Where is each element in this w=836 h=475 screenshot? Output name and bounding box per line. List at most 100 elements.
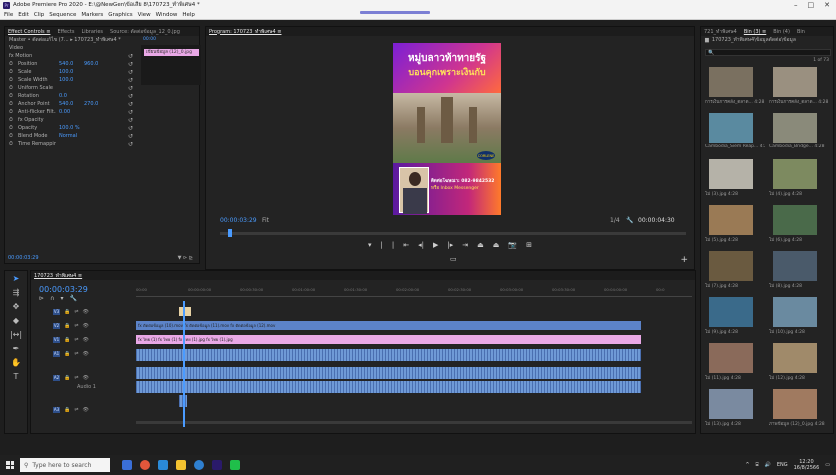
tab-program[interactable]: Program: 170723_ทำพิเศษ4 ≡: [209, 28, 282, 36]
network-icon[interactable]: ⌸: [756, 462, 759, 468]
menu-window[interactable]: Window: [156, 12, 178, 18]
effect-param-row[interactable]: ⏱ fx Opacity ↺: [5, 116, 199, 124]
track-header[interactable]: A1 🔒 ⇌ 👁: [31, 349, 135, 359]
close-icon[interactable]: ✕: [824, 1, 830, 9]
extract-icon[interactable]: ⏏: [493, 241, 500, 249]
notification-icon[interactable]: ▭: [825, 462, 830, 468]
project-item-thumbnail[interactable]: Cambodia_Bridge... 4:28: [769, 113, 825, 157]
param-value[interactable]: 0.0: [59, 93, 81, 99]
sync-icon[interactable]: ⇌: [74, 407, 78, 413]
sync-icon[interactable]: ⇌: [74, 309, 78, 315]
reset-icon[interactable]: ↺: [128, 93, 199, 100]
task-view-icon[interactable]: [122, 460, 132, 470]
premiere-taskbar-icon[interactable]: [212, 460, 222, 470]
v3-clip[interactable]: [179, 307, 191, 316]
reset-icon[interactable]: ↺: [128, 101, 199, 108]
quality-dropdown[interactable]: 1/4: [610, 217, 620, 224]
v1-clip-track[interactable]: fx ไทย (1) fx ไทย (1) fx ไทย (1).jpg fx …: [136, 335, 641, 344]
tab-source[interactable]: Source: ตัดต่อข้อมูล_12_0.jpg: [110, 28, 180, 36]
go-to-out-icon[interactable]: ⇥: [462, 241, 468, 249]
stopwatch-icon[interactable]: ⏱: [9, 109, 15, 115]
track-select-icon[interactable]: ⇶: [5, 285, 27, 299]
sync-icon[interactable]: ⇌: [74, 375, 78, 381]
project-item-thumbnail[interactable]: ภาพข้อมูล (12)_0.jpg 4:28: [769, 389, 825, 433]
tab-bin-4[interactable]: Bin (4): [773, 29, 790, 35]
eye-icon[interactable]: 👁: [82, 309, 88, 315]
mark-in-icon[interactable]: ▾: [368, 241, 372, 249]
taskbar-search-input[interactable]: ⚲ Type here to search: [20, 458, 110, 472]
stopwatch-icon[interactable]: ⏱: [9, 61, 15, 67]
clock[interactable]: 12:20 16/8/2566: [794, 459, 820, 471]
track-header[interactable]: V2 🔒 ⇌ 👁: [31, 321, 135, 331]
sync-icon[interactable]: ⇌: [74, 351, 78, 357]
effect-param-row[interactable]: ⏱ Time Remapping ↺: [5, 140, 199, 148]
reset-icon[interactable]: ↺: [128, 133, 199, 140]
project-item-thumbnail[interactable]: ไม่ (5).jpg 4:28: [705, 205, 761, 249]
project-item-thumbnail[interactable]: การเงินการคลัง_ตลาด... 4:28: [705, 67, 764, 111]
camera-icon[interactable]: 📷: [508, 241, 517, 249]
eye-icon[interactable]: 👁: [82, 407, 88, 413]
track-label[interactable]: V2: [53, 323, 60, 329]
step-forward-icon[interactable]: |▸: [447, 241, 453, 249]
edge-icon[interactable]: [194, 460, 204, 470]
maximize-icon[interactable]: □: [808, 1, 815, 9]
lock-icon[interactable]: 🔒: [64, 407, 70, 413]
track-label[interactable]: A3: [53, 407, 60, 413]
time-ruler[interactable]: 00:00 00:00:00:00 00:00:30:00 00:01:00:00 00…: [136, 285, 692, 297]
effect-param-row[interactable]: ⏱ Rotation 0.0 ↺: [5, 92, 199, 100]
tab-bin[interactable]: Bin: [797, 29, 805, 35]
param-value[interactable]: 100.0 %: [59, 125, 81, 131]
mark-out-icon[interactable]: |: [381, 241, 383, 249]
tab-sequence[interactable]: 170723_ทำพิเศษ4 ≡: [34, 272, 82, 280]
lock-icon[interactable]: 🔒: [64, 323, 70, 329]
file-explorer-icon[interactable]: [176, 460, 186, 470]
wrench-icon[interactable]: 🔧: [626, 217, 633, 224]
param-value[interactable]: 100.0: [59, 69, 81, 75]
lock-icon[interactable]: 🔒: [64, 351, 70, 357]
menu-graphics[interactable]: Graphics: [108, 12, 132, 18]
selection-tool-icon[interactable]: ➤: [5, 271, 27, 285]
tab-effects[interactable]: Effects: [57, 29, 74, 35]
project-item-thumbnail[interactable]: ไม่ (4).jpg 4:28: [769, 159, 825, 203]
menu-sequence[interactable]: Sequence: [49, 12, 76, 18]
timeline-timecode[interactable]: 00:00:03:29: [39, 285, 88, 294]
stopwatch-icon[interactable]: ⏱: [9, 77, 15, 83]
reset-icon[interactable]: ↺: [128, 117, 199, 124]
stopwatch-icon[interactable]: ⏱: [9, 133, 15, 139]
effect-param-row[interactable]: ⏱ Uniform Scale ↺: [5, 84, 199, 92]
v2-clip-track[interactable]: fx ตัดต่อข้อมูล (10).mov fx ตัดต่อข้อมูล…: [136, 321, 641, 330]
menu-markers[interactable]: Markers: [81, 12, 103, 18]
drag-handle[interactable]: [360, 11, 430, 14]
chrome-icon[interactable]: [140, 460, 150, 470]
reset-icon[interactable]: ↺: [128, 141, 199, 148]
menu-edit[interactable]: Edit: [18, 12, 29, 18]
program-timecode[interactable]: 00:00:03:29: [220, 217, 257, 224]
menu-view[interactable]: View: [138, 12, 151, 18]
menu-clip[interactable]: Clip: [34, 12, 44, 18]
param-value[interactable]: 540.0: [59, 101, 81, 107]
lock-icon[interactable]: 🔒: [64, 309, 70, 315]
project-item-thumbnail[interactable]: ไม่ (3).jpg 4:28: [705, 159, 761, 203]
effect-param-row[interactable]: ⏱ Opacity 100.0 % ↺: [5, 124, 199, 132]
sync-icon[interactable]: ⇌: [74, 337, 78, 343]
windows-start-icon[interactable]: [6, 461, 14, 469]
effect-param-row[interactable]: ⏱ Anchor Point 540.0 270.0 ↺: [5, 100, 199, 108]
tray-chevron-icon[interactable]: ^: [745, 462, 749, 468]
a3-audio-clip[interactable]: [136, 381, 641, 393]
param-value-2[interactable]: 960.0: [84, 61, 106, 67]
track-header[interactable]: V1 🔒 ⇌ 👁: [31, 335, 135, 345]
master-clip-row[interactable]: Master • ตัดต่อแก้ไข (7... ▸ 170723_ทำพิ…: [5, 36, 199, 44]
project-item-thumbnail[interactable]: Cambodia_Siem Reap... 4:28: [705, 113, 765, 157]
add-button-icon[interactable]: +: [680, 255, 688, 265]
param-value[interactable]: Normal: [59, 133, 81, 139]
param-value[interactable]: 0.00: [59, 109, 81, 115]
timeline-scrollbar[interactable]: [136, 421, 692, 424]
stopwatch-icon[interactable]: ⏱: [9, 117, 15, 123]
track-header[interactable]: A2 🔒 ⇌ 👁: [31, 373, 135, 383]
volume-icon[interactable]: 🔊: [765, 462, 771, 468]
eye-icon[interactable]: 👁: [82, 375, 88, 381]
stopwatch-icon[interactable]: ⏱: [9, 125, 15, 131]
tab-project[interactable]: 721_ทำพิเศษ4: [704, 28, 737, 36]
type-tool-icon[interactable]: T: [5, 369, 27, 383]
slip-tool-icon[interactable]: |↔|: [5, 327, 27, 341]
